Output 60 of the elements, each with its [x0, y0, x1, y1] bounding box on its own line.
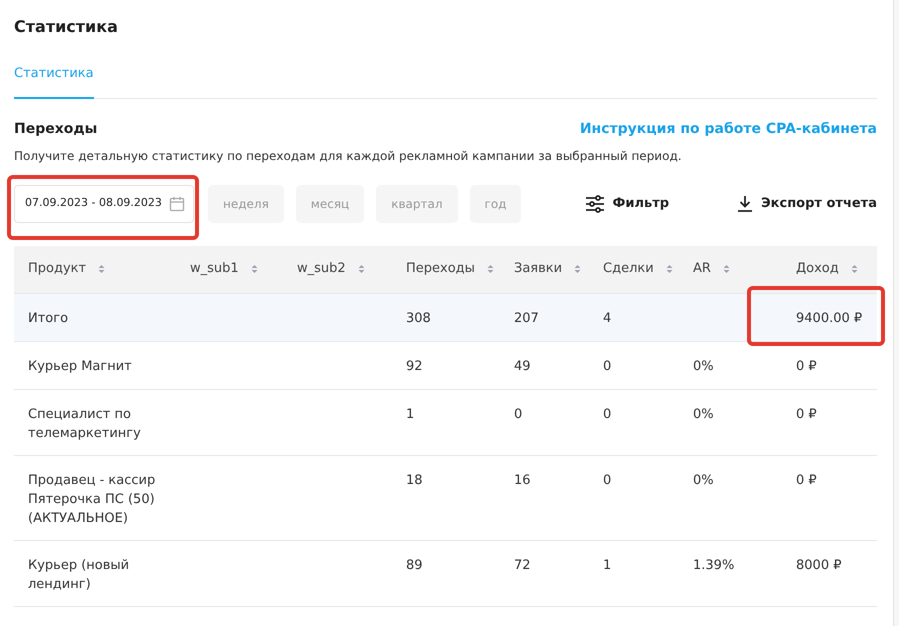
table-cell-text: 1.39% — [693, 556, 734, 574]
table-cell-text: 0% — [693, 406, 714, 424]
sort-icon[interactable] — [358, 264, 365, 274]
period-button[interactable]: неделя — [208, 184, 284, 222]
table-cell-text: 4 — [603, 310, 612, 328]
column-header: Сделки — [603, 260, 654, 278]
table-cell-text: 0 — [603, 358, 612, 376]
filter-button[interactable]: Фильтр — [584, 194, 670, 214]
table-cell-text: 0% — [693, 358, 714, 376]
table-cell-text: 0 ₽ — [796, 406, 817, 424]
sort-icon[interactable] — [574, 264, 582, 274]
table-cell-text: 9400.00 ₽ — [796, 310, 862, 328]
column-header: Доход — [796, 260, 839, 278]
sort-icon[interactable] — [250, 264, 258, 274]
table-cell-text: 1 — [603, 556, 612, 574]
section-description: Получите детальную статистику по переходам для каждой рекламной кампании за выбранный период. — [14, 148, 683, 164]
section-title: Переходы — [14, 120, 98, 138]
table-cell-text: 207 — [514, 310, 539, 328]
tab[interactable]: Статистика — [14, 64, 94, 98]
column-header: w_sub2 — [297, 260, 346, 278]
period-button[interactable]: год — [470, 184, 522, 222]
table-cell-text: 0 — [603, 406, 612, 424]
date-range-field[interactable]: 07.09.2023 - 08.09.2023 — [14, 184, 194, 222]
table-cell-text: 18 — [406, 472, 423, 490]
table-cell-text: 0 — [514, 406, 522, 424]
sort-icon[interactable] — [666, 264, 673, 274]
column-header: Продукт — [28, 260, 86, 278]
sort-icon[interactable] — [98, 264, 106, 274]
page-title: Статистика — [14, 16, 118, 38]
sort-icon[interactable] — [486, 264, 494, 274]
table-cell-text: 72 — [514, 556, 531, 574]
table-cell-text: 0% — [693, 472, 714, 490]
sliders-icon — [584, 194, 605, 212]
table-cell-text: 8000 ₽ — [796, 556, 842, 574]
table-cell-text: 1 — [406, 406, 414, 424]
table-cell-text: Специалист по телемаркетингу — [28, 406, 142, 442]
download-icon — [737, 195, 754, 212]
instructions-link[interactable]: Инструкция по работе CPA-кабинета — [580, 118, 877, 140]
table-cell-text: Итого — [28, 310, 68, 328]
sort-icon[interactable] — [850, 264, 858, 274]
table-cell-text: Продавец - кассир Пятерочка ПС (50) (АКТУАЛЬНОЕ) — [28, 472, 156, 528]
table-cell-text: 89 — [406, 556, 423, 574]
table-cell-text: 92 — [406, 358, 423, 376]
table-cell-text: 0 ₽ — [796, 472, 817, 490]
table-cell-text: 16 — [514, 472, 531, 490]
table-cell-text: Курьер Магнит — [28, 358, 132, 376]
table-cell-text: 308 — [406, 310, 431, 328]
table-cell-text: 0 — [603, 472, 612, 490]
column-header: w_sub1 — [190, 260, 239, 278]
period-button[interactable]: месяц — [296, 184, 364, 222]
sort-icon[interactable] — [722, 264, 730, 274]
table-cell-text: 49 — [514, 358, 531, 376]
export-button[interactable]: Экспорт отчета — [737, 194, 877, 214]
table-cell-text: 0 ₽ — [796, 358, 817, 376]
period-button[interactable]: квартал — [376, 184, 458, 222]
column-header: Переходы — [406, 260, 475, 278]
column-header: AR — [693, 260, 711, 278]
table-cell-text: Курьер (новый лендинг) — [28, 556, 130, 594]
calendar-icon — [169, 196, 185, 212]
column-header: Заявки — [514, 260, 562, 278]
